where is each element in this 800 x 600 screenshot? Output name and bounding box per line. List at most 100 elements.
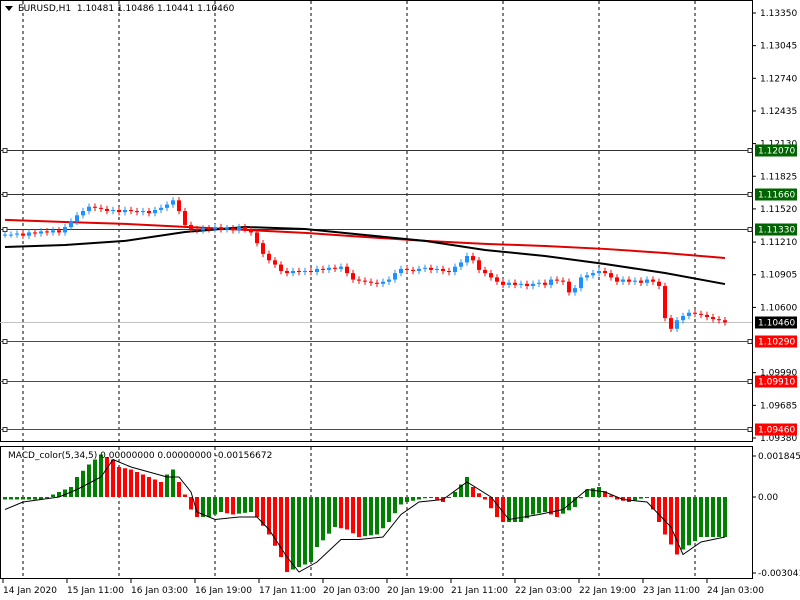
macd-histogram-bar [123, 468, 127, 497]
candle-body [117, 209, 121, 213]
candle-body [579, 277, 583, 289]
macd-histogram-bar [291, 497, 295, 570]
macd-histogram-bar [639, 497, 643, 499]
candle-body [99, 207, 103, 209]
chart-canvas[interactable]: 1.133501.130451.127401.124351.121301.118… [0, 0, 800, 600]
macd-histogram-bar [81, 470, 85, 497]
macd-histogram-bar [543, 497, 547, 512]
macd-histogram-bar [21, 497, 25, 500]
macd-histogram-bar [519, 497, 523, 522]
level-marker-left [2, 427, 8, 432]
level-price-label: 1.11330 [758, 226, 795, 236]
macd-histogram-bar [219, 497, 223, 512]
candle-body [453, 266, 457, 273]
macd-histogram-bar [237, 497, 241, 514]
macd-histogram-bar [213, 497, 217, 515]
candle-body [465, 256, 469, 263]
candle-body [399, 268, 403, 274]
candle-body [555, 279, 559, 281]
level-marker-right [747, 427, 753, 432]
candle-body [105, 208, 109, 212]
macd-histogram-bar [171, 469, 175, 497]
chart-window[interactable]: 1.133501.130451.127401.124351.121301.118… [0, 0, 800, 600]
candle-body [267, 253, 271, 261]
candle-body [333, 267, 337, 269]
candle-body [237, 227, 241, 231]
macd-histogram-bar [423, 497, 427, 499]
candle-body [369, 281, 373, 283]
level-price-label: 1.09460 [758, 426, 795, 436]
macd-histogram-bar [111, 459, 115, 497]
macd-histogram-bar [249, 497, 253, 512]
time-axis-label: 20 Jan 19:00 [387, 586, 444, 596]
macd-histogram-bar [63, 489, 67, 497]
macd-histogram-bar [561, 497, 565, 514]
macd-histogram-bar [297, 497, 301, 567]
macd-histogram-bar [645, 497, 649, 498]
candle-body [663, 285, 667, 319]
candle-body [561, 280, 565, 282]
candle-body [3, 234, 7, 236]
macd-histogram-bar [429, 497, 433, 498]
macd-histogram-bar [135, 472, 139, 497]
candle-body [93, 206, 97, 208]
macd-histogram-bar [177, 482, 181, 497]
candle-body [681, 315, 685, 321]
macd-histogram-bar [681, 497, 685, 550]
macd-histogram-bar [399, 497, 403, 505]
candle-body [693, 312, 697, 314]
candle-body [213, 227, 217, 230]
candle-body [543, 282, 547, 285]
macd-histogram-bar [417, 497, 421, 500]
candle-body [45, 231, 49, 233]
candle-body [501, 281, 505, 285]
moving-average-slow [4, 218, 726, 260]
candle-body [303, 270, 307, 273]
candle-body [345, 266, 349, 274]
macd-histogram-bar [369, 497, 373, 536]
candle-body [63, 227, 67, 233]
candle-body [75, 215, 79, 222]
level-marker-right [747, 339, 753, 344]
candle-body [417, 268, 421, 271]
candle-body [549, 279, 553, 285]
macd-header: MACD_color(5,34,5) 0.00000000 0.00000000… [8, 451, 273, 461]
candle-body [195, 229, 199, 231]
candle-body [159, 207, 163, 210]
macd-histogram-bar [375, 497, 379, 535]
time-axis-label: 16 Jan 03:00 [131, 586, 188, 596]
macd-histogram-bar [483, 497, 487, 500]
macd-histogram-bar [657, 497, 661, 522]
candle-body [717, 319, 721, 321]
macd-histogram-bar [51, 494, 55, 497]
macd-histogram-bar [45, 497, 49, 498]
level-marker-right [747, 148, 753, 153]
level-price-label: 1.10290 [758, 338, 795, 348]
macd-histogram-bar [435, 497, 439, 500]
macd-histogram-bar [345, 497, 349, 530]
ohlc-values: 1.10481 1.10486 1.10441 1.10460 [76, 4, 235, 14]
candle-body [651, 279, 655, 282]
candle-body [9, 234, 13, 236]
price-panel-frame [0, 0, 753, 442]
candle-body [279, 264, 283, 271]
candle-body [711, 317, 715, 320]
time-axis-label: 23 Jan 11:00 [643, 586, 700, 596]
macd-histogram-bar [555, 497, 559, 517]
candle-body [411, 269, 415, 271]
candle-body [675, 320, 679, 329]
candle-body [219, 227, 223, 230]
menu-triangle-icon[interactable] [5, 6, 13, 11]
candle-body [609, 273, 613, 278]
macd-histogram-bar [303, 497, 307, 565]
candle-body [141, 211, 145, 213]
candle-body [483, 269, 487, 274]
candle-body [273, 260, 277, 265]
candle-body [39, 231, 43, 234]
level-marker-left [2, 379, 8, 384]
price-tick-label: 1.09685 [760, 401, 797, 411]
macd-histogram-bar [183, 494, 187, 497]
level-marker-right [747, 227, 753, 232]
candle-body [261, 243, 265, 254]
price-tick-label: 1.11825 [760, 172, 797, 182]
